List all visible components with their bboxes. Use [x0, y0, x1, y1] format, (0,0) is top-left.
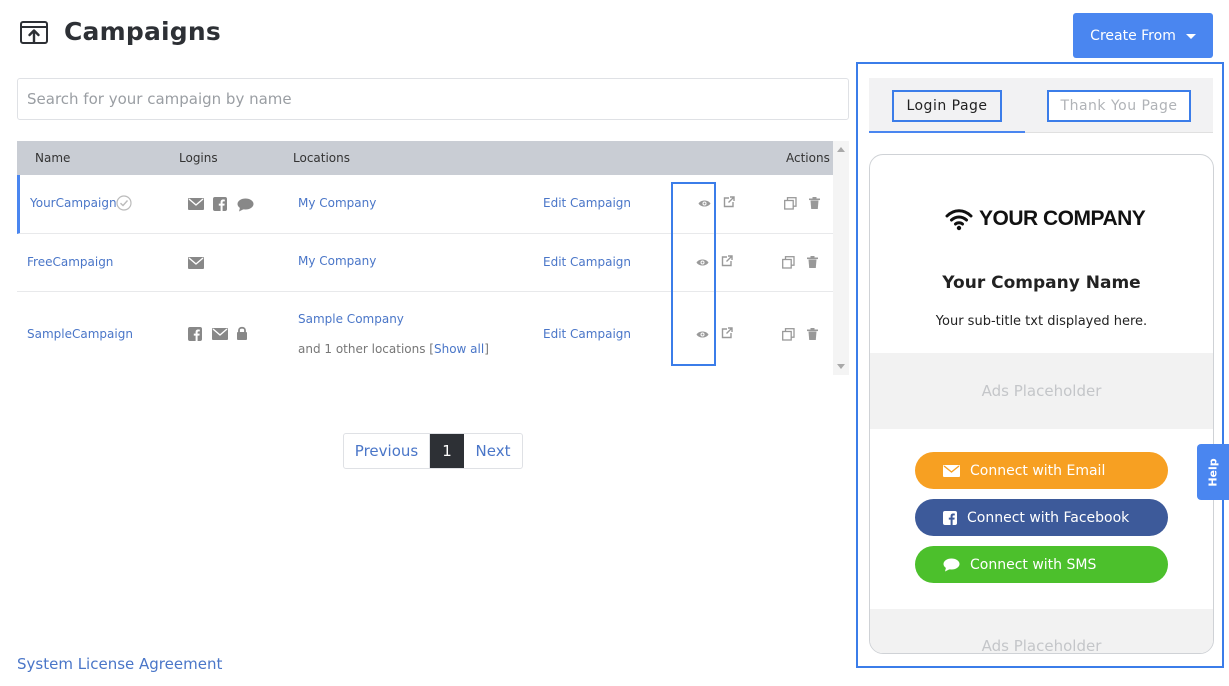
email-icon: [188, 198, 204, 210]
show-all-link[interactable]: Show all: [434, 342, 484, 356]
column-header-actions: Actions: [786, 151, 830, 165]
column-header-logins: Logins: [179, 151, 218, 165]
lock-icon: [237, 326, 247, 340]
external-link-icon[interactable]: [721, 327, 733, 339]
pagination: Previous 1 Next: [343, 433, 523, 469]
column-header-locations: Locations: [293, 151, 351, 165]
location-link[interactable]: Sample Company: [298, 312, 404, 326]
facebook-icon: [213, 197, 227, 211]
trash-icon[interactable]: [807, 328, 818, 340]
copy-icon[interactable]: [784, 197, 797, 210]
campaign-name-link[interactable]: SampleCampaign: [27, 327, 133, 341]
copy-icon[interactable]: [782, 328, 795, 341]
connect-email-button[interactable]: Connect with Email: [915, 452, 1168, 489]
preview-column-highlight: [671, 182, 716, 366]
connect-email-label: Connect with Email: [970, 462, 1106, 479]
campaign-name-link[interactable]: FreeCampaign: [27, 255, 113, 269]
edit-campaign-link[interactable]: Edit Campaign: [543, 196, 631, 210]
caret-down-icon: [1185, 34, 1196, 39]
copy-icon[interactable]: [782, 256, 795, 269]
license-agreement-link[interactable]: System License Agreement: [17, 655, 222, 673]
company-subtitle: Your sub-title txt displayed here.: [935, 314, 1148, 329]
campaigns-icon: [20, 20, 48, 46]
page-title: Campaigns: [64, 17, 221, 46]
scroll-up-icon[interactable]: [837, 147, 845, 152]
ads-placeholder-bottom: Ads Placeholder: [870, 609, 1213, 653]
edit-campaign-link[interactable]: Edit Campaign: [543, 327, 631, 341]
trash-icon[interactable]: [809, 197, 820, 209]
company-name: Your Company Name: [942, 273, 1141, 293]
connect-sms-button[interactable]: Connect with SMS: [915, 546, 1168, 583]
show-all-close-bracket: ]: [484, 342, 489, 356]
location-link[interactable]: My Company: [298, 196, 376, 210]
tab-login-page[interactable]: Login Page: [892, 90, 1002, 122]
location-extra-label: and 1 other locations [: [298, 342, 434, 356]
external-link-icon[interactable]: [723, 196, 735, 208]
email-icon: [943, 464, 960, 477]
email-icon: [212, 328, 228, 340]
current-page-button[interactable]: 1: [430, 434, 464, 468]
sms-icon: [237, 198, 254, 212]
create-from-label: Create From: [1090, 27, 1176, 44]
login-page-preview: YOUR COMPANY Your Company Name Your sub-…: [869, 154, 1214, 654]
help-tab[interactable]: Help: [1197, 444, 1229, 500]
email-icon: [188, 257, 204, 269]
company-logo: YOUR COMPANY: [945, 207, 1146, 231]
connect-sms-label: Connect with SMS: [970, 556, 1097, 573]
facebook-icon: [943, 510, 957, 525]
wifi-icon: [945, 209, 973, 231]
search-input[interactable]: [17, 78, 849, 120]
location-link[interactable]: My Company: [298, 254, 376, 268]
previous-page-button[interactable]: Previous: [344, 434, 430, 468]
create-from-button[interactable]: Create From: [1073, 13, 1213, 58]
facebook-icon: [188, 327, 202, 341]
column-header-name: Name: [35, 151, 71, 165]
help-label: Help: [1206, 457, 1220, 487]
trash-icon[interactable]: [807, 256, 818, 268]
location-extra-text: and 1 other locations [Show all]: [298, 342, 489, 356]
next-page-button[interactable]: Next: [464, 434, 522, 468]
edit-campaign-link[interactable]: Edit Campaign: [543, 255, 631, 269]
connect-facebook-button[interactable]: Connect with Facebook: [915, 499, 1168, 536]
verified-check-icon: [116, 195, 132, 211]
scroll-down-icon[interactable]: [837, 364, 845, 369]
campaign-name-link[interactable]: YourCampaign: [30, 196, 117, 210]
table-scrollbar[interactable]: [833, 141, 849, 375]
sms-icon: [943, 558, 960, 571]
connect-facebook-label: Connect with Facebook: [967, 509, 1130, 526]
table-header: Name Logins Locations Actions: [17, 141, 833, 175]
logo-text: YOUR COMPANY: [979, 207, 1146, 230]
tab-thank-you-page[interactable]: Thank You Page: [1047, 90, 1191, 122]
ads-placeholder-top: Ads Placeholder: [870, 353, 1213, 429]
external-link-icon[interactable]: [721, 255, 733, 267]
